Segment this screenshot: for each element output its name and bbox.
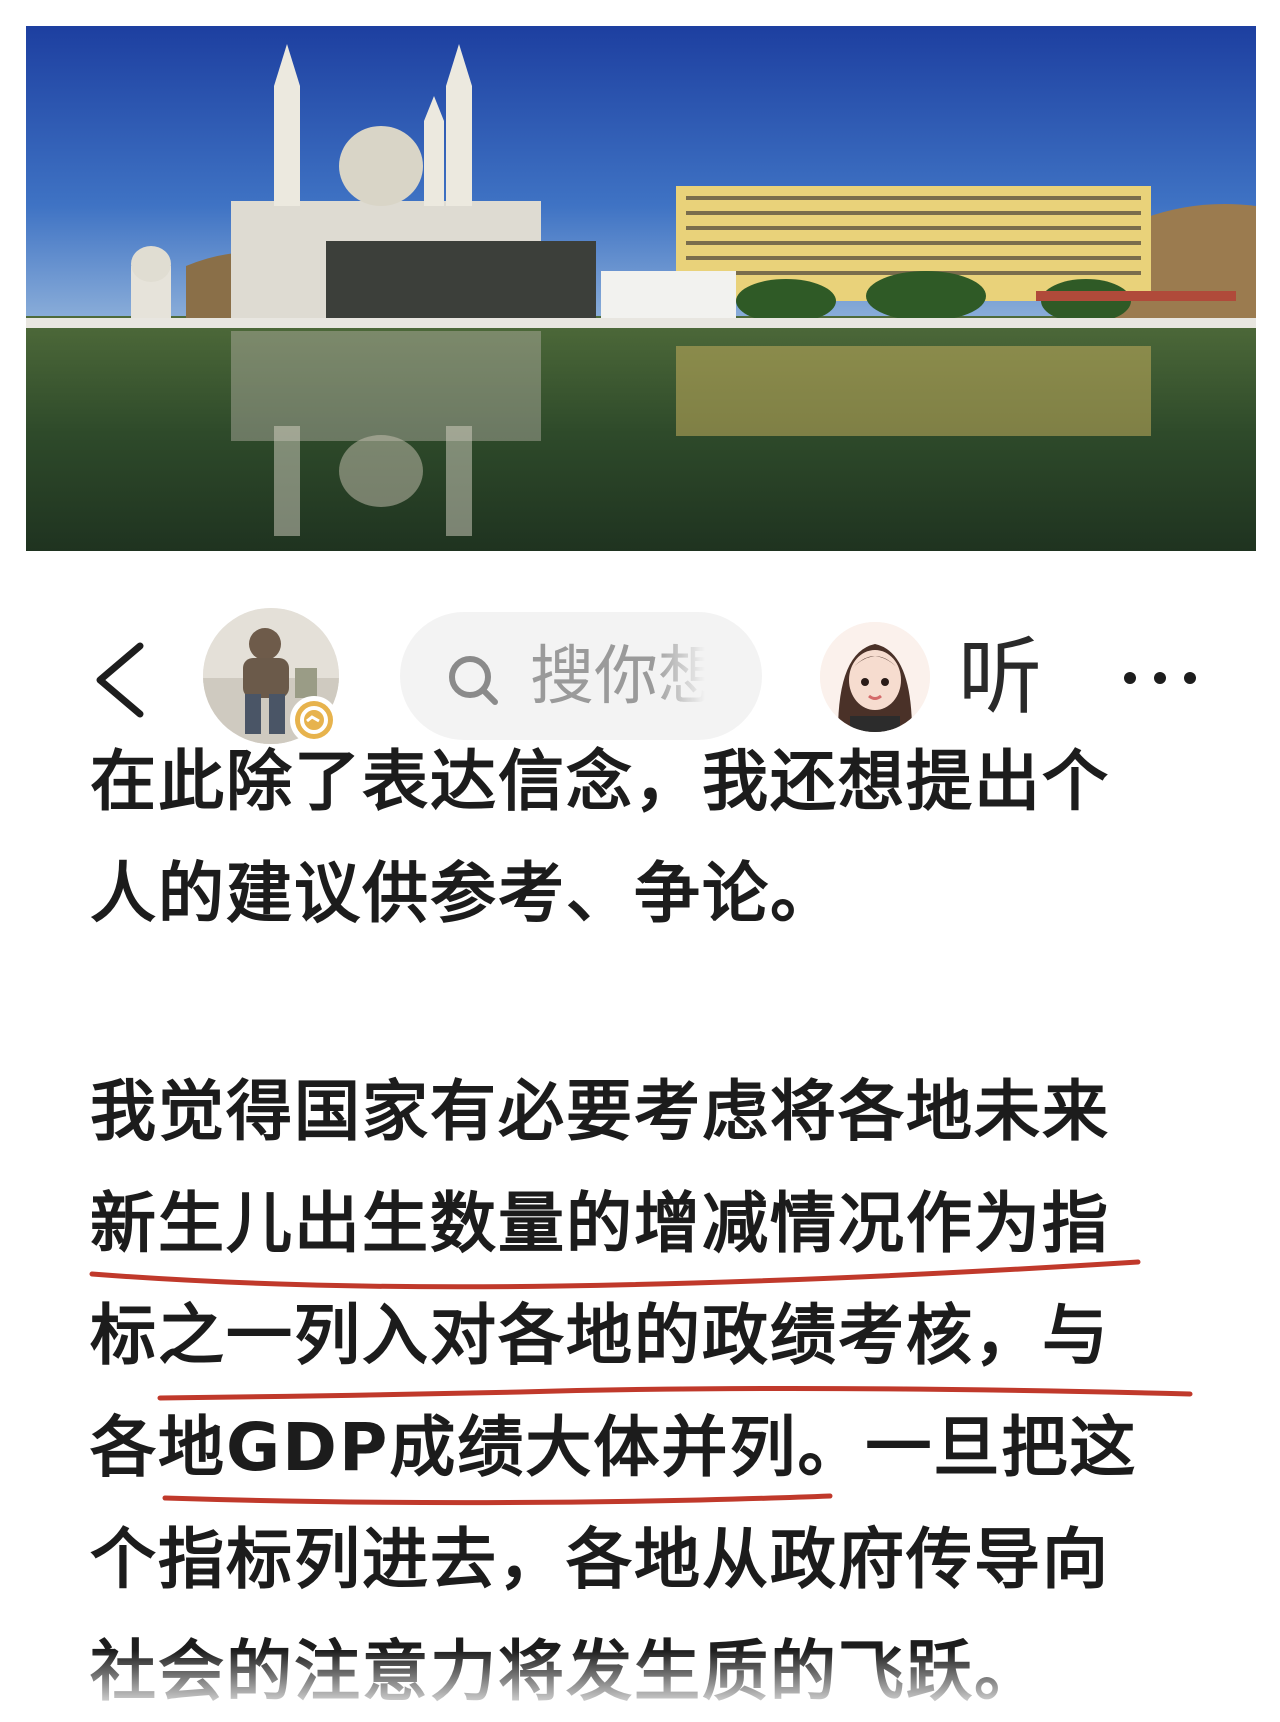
- article-line: 在此除了表达信念，我还想提出个: [90, 743, 1110, 820]
- bottom-fade: [0, 1650, 1280, 1706]
- more-button[interactable]: [1118, 658, 1202, 698]
- search-icon: [445, 652, 503, 710]
- underline-stroke: [157, 1385, 1193, 1401]
- chevron-left-icon: [96, 642, 144, 718]
- article-line: 标之一列入对各地的政绩考核，与: [90, 1297, 1110, 1374]
- back-button[interactable]: [88, 640, 158, 720]
- mosque-lake-photo: [26, 26, 1256, 551]
- article-line: 人的建议供参考、争论。: [90, 855, 838, 932]
- reader-avatar-icon: [820, 622, 930, 732]
- more-horizontal-icon: [1124, 672, 1196, 684]
- listen-button[interactable]: 听: [958, 622, 1042, 732]
- app-header: 搜你想 听: [0, 600, 1280, 750]
- article-line: 我觉得国家有必要考虑将各地未来: [90, 1073, 1110, 1150]
- article-line: 个指标列进去，各地从政府传导向: [90, 1521, 1110, 1598]
- article-line: 各地GDP成绩大体并列。一旦把这: [90, 1409, 1138, 1486]
- search-placeholder: 搜你想: [530, 640, 705, 714]
- listen-avatar[interactable]: [820, 622, 930, 732]
- article-line: 新生儿出生数量的增减情况作为指: [90, 1185, 1110, 1262]
- header-photo: [26, 26, 1256, 551]
